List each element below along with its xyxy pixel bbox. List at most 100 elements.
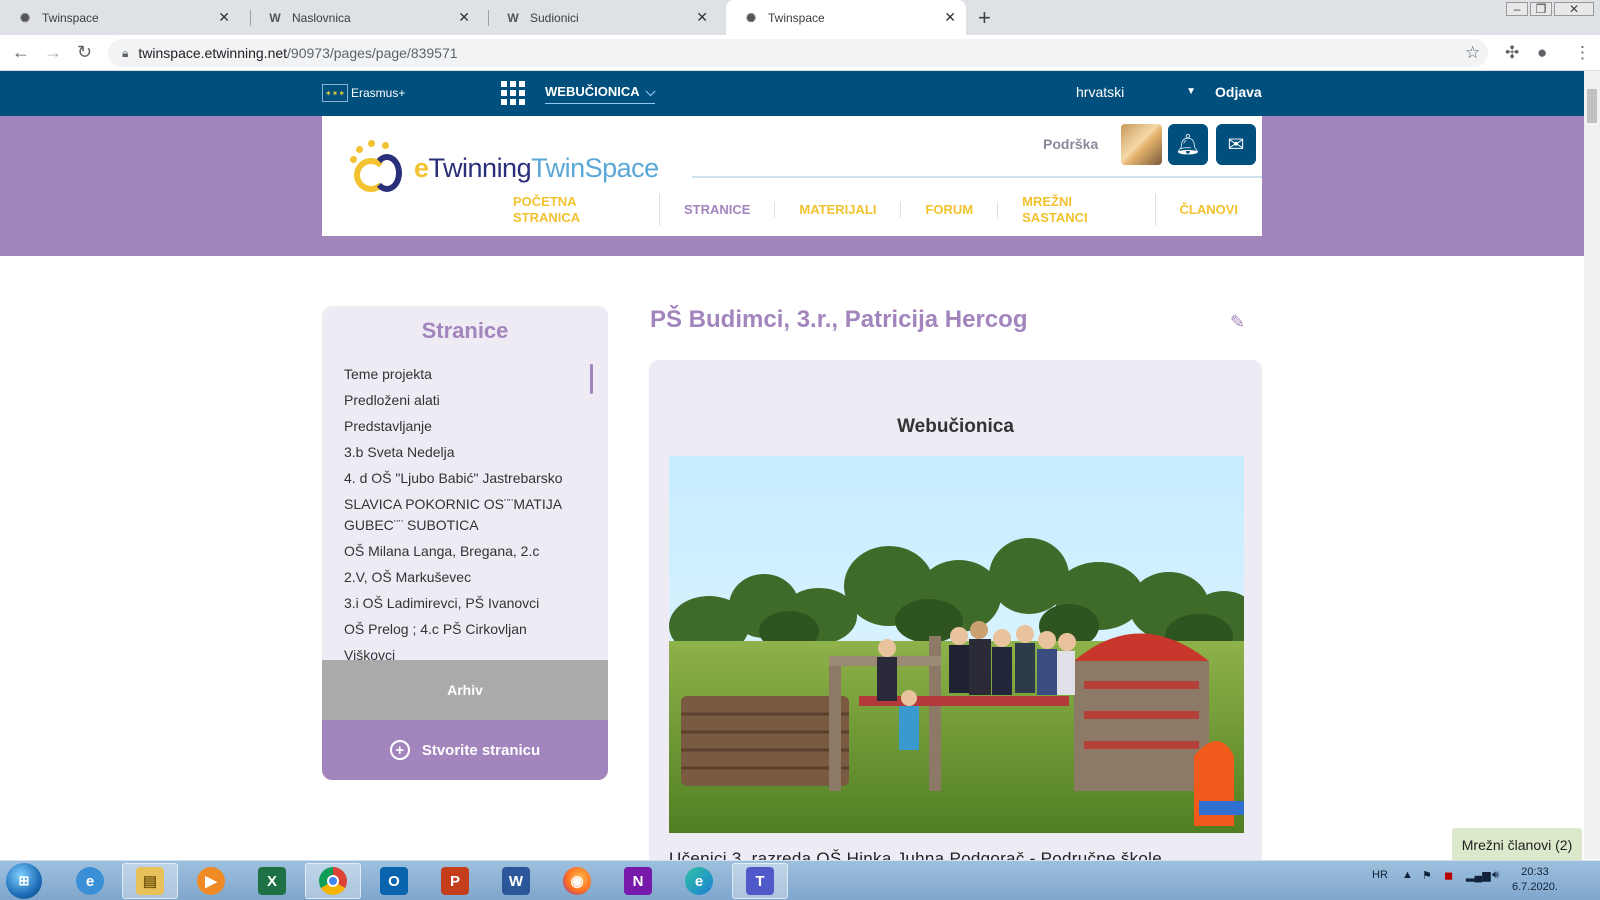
page-list-item[interactable]: 2.V, OŠ Markuševec	[344, 565, 584, 591]
restore-window-button[interactable]: ❐	[1530, 2, 1552, 16]
etwinning-logo[interactable]: eTwinningTwinSpace	[346, 140, 659, 196]
forward-arrow-icon[interactable]: →	[44, 42, 62, 63]
page-scrollbar-thumb[interactable]	[1587, 89, 1597, 123]
page-scrollbar[interactable]	[1584, 71, 1600, 859]
edit-pencil-icon[interactable]: ✎	[1230, 312, 1245, 333]
menu-kebab-icon[interactable]: ⋮	[1574, 43, 1591, 63]
plus-circle-icon: +	[389, 740, 410, 760]
powerpoint-icon[interactable]: P	[427, 863, 483, 899]
windows-start-icon[interactable]: ⊞	[6, 863, 42, 899]
page-list-item[interactable]: 4. d OŠ "Ljubo Babić" Jastrebarsko	[344, 466, 584, 492]
etwinning-logo-mark-icon	[346, 140, 418, 196]
file-explorer-icon[interactable]: ▤	[122, 863, 178, 899]
support-link[interactable]: Podrška	[1043, 136, 1098, 152]
twinspace-selector[interactable]: WEBUČIONICA ⌵	[545, 84, 656, 104]
excel-icon[interactable]: X	[244, 863, 300, 899]
windows-taskbar: ⊞ e ▤ ▶ X O P W ◉ N e T HR ▲ ⚑ ◼ ▂▄▆ 🔊︎ …	[0, 860, 1600, 900]
input-language[interactable]: HR	[1372, 869, 1388, 881]
page-title: PŠ Budimci, 3.r., Patricija Hercog	[650, 306, 1028, 333]
tab-close-icon[interactable]: ✕	[458, 9, 470, 26]
chrome-icon[interactable]	[305, 863, 361, 899]
system-clock[interactable]: 20:33 6.7.2020.	[1512, 865, 1558, 895]
antivirus-icon[interactable]: ◼	[1444, 869, 1453, 882]
close-window-button[interactable]: ✕	[1554, 2, 1594, 16]
create-page-button[interactable]: + Stvorite stranicu	[322, 720, 608, 780]
eu-flag-icon: ✶✶✶	[322, 84, 348, 102]
nav-clanovi[interactable]: ČLANOVI	[1156, 202, 1263, 218]
action-center-flag-icon[interactable]: ⚑	[1422, 869, 1432, 882]
media-player-icon[interactable]: ▶	[183, 863, 239, 899]
page-list-scrollbar[interactable]	[590, 364, 593, 394]
messages-envelope-icon[interactable]: ✉	[1216, 124, 1256, 165]
logout-link[interactable]: Odjava	[1215, 84, 1262, 100]
nav-mrezni-sastanci[interactable]: MREŽNI SASTANCI	[998, 194, 1156, 226]
page-list[interactable]: Teme projekta Predloženi alati Predstavl…	[344, 362, 584, 666]
network-signal-icon[interactable]: ▂▄▆	[1466, 869, 1491, 882]
outlook-icon[interactable]: O	[366, 863, 422, 899]
erasmus-logo[interactable]: ✶✶✶ Erasmus+	[322, 84, 405, 102]
tab-close-icon[interactable]: ✕	[218, 9, 230, 26]
class-photo	[669, 456, 1244, 833]
w-favicon-icon: W	[507, 10, 519, 25]
nav-stranice[interactable]: STRANICE	[660, 202, 776, 218]
back-arrow-icon[interactable]: ←	[12, 42, 30, 63]
internet-explorer-icon[interactable]: e	[62, 863, 118, 899]
firefox-icon[interactable]: ◉	[549, 863, 605, 899]
site-top-bar	[0, 71, 1584, 116]
browser-tab-sudionici[interactable]: W Sudionici ✕	[488, 0, 718, 35]
online-members-button[interactable]: Mrežni članovi (2)	[1452, 828, 1582, 861]
extensions-puzzle-icon[interactable]: ✣	[1505, 43, 1519, 63]
browser-toolbar: ← → ↻ 🔒︎ twinspace.etwinning.net/90973/p…	[0, 35, 1600, 71]
language-value: hrvatski	[1076, 84, 1125, 100]
content-heading: Webučionica	[897, 416, 1014, 437]
user-avatar[interactable]	[1121, 124, 1162, 165]
tab-label: Sudionici	[530, 10, 579, 25]
tab-label: Twinspace	[42, 10, 99, 25]
logo-wordmark: eTwinningTwinSpace	[414, 152, 659, 183]
tab-label: Twinspace	[768, 10, 825, 25]
caret-down-icon: ▼	[1186, 86, 1196, 97]
page-list-item[interactable]: Teme projekta	[344, 362, 584, 388]
twinspace-name: WEBUČIONICA	[545, 84, 640, 99]
language-select[interactable]: hrvatski ▼	[1076, 84, 1196, 100]
erasmus-label: Erasmus+	[351, 86, 406, 100]
tab-close-icon[interactable]: ✕	[944, 9, 956, 26]
page-list-item[interactable]: OŠ Prelog ; 4.c PŠ Cirkovljan	[344, 617, 584, 643]
clock-date: 6.7.2020.	[1512, 881, 1558, 893]
chevron-down-icon: ⌵	[645, 84, 656, 99]
browser-tab-naslovnica[interactable]: W Naslovnica ✕	[250, 0, 480, 35]
word-icon[interactable]: W	[488, 863, 544, 899]
browser-tab-twinspace-active[interactable]: ✺ Twinspace ✕	[726, 0, 966, 35]
profile-icon[interactable]: ●	[1537, 43, 1547, 63]
browser-tab-twinspace-1[interactable]: ✺ Twinspace ✕	[0, 0, 240, 35]
nav-materijali[interactable]: MATERIJALI	[775, 202, 902, 218]
page-list-item[interactable]: SLAVICA POKORNIC OS¨¨MATIJA GUBEC¨¨ SUBO…	[344, 492, 584, 539]
edge-icon[interactable]: e	[671, 863, 727, 899]
page-list-item[interactable]: 3.b Sveta Nedelja	[344, 440, 584, 466]
page-list-item[interactable]: Predstavljanje	[344, 414, 584, 440]
apps-grid-icon[interactable]	[501, 81, 525, 105]
nav-forum[interactable]: FORUM	[901, 202, 999, 218]
twinspace-favicon-icon: ✺	[745, 10, 757, 25]
notifications-bell-icon[interactable]: 🔔︎	[1168, 124, 1208, 165]
archive-button[interactable]: Arhiv	[322, 660, 608, 720]
page-list-item[interactable]: OŠ Milana Langa, Bregana, 2.c	[344, 539, 584, 565]
pages-sidebar: Stranice Teme projekta Predloženi alati …	[322, 306, 608, 780]
header-divider	[692, 176, 1262, 178]
onenote-icon[interactable]: N	[610, 863, 666, 899]
page-list-item[interactable]: Predloženi alati	[344, 388, 584, 414]
minimize-window-button[interactable]: –	[1506, 2, 1528, 16]
nav-pocetna-stranica[interactable]: POČETNA STRANICA	[489, 194, 660, 226]
url-path: /90973/pages/page/839571	[287, 45, 458, 61]
new-tab-button[interactable]: +	[978, 5, 991, 31]
page-list-item[interactable]: 3.i OŠ Ladimirevci, PŠ Ivanovci	[344, 591, 584, 617]
tab-close-icon[interactable]: ✕	[696, 9, 708, 26]
volume-icon[interactable]: 🔊︎	[1492, 869, 1499, 882]
browser-tab-strip: ✺ Twinspace ✕ W Naslovnica ✕ W Sudionici…	[0, 0, 1600, 35]
reload-icon[interactable]: ↻	[77, 42, 92, 63]
address-bar[interactable]: 🔒︎ twinspace.etwinning.net/90973/pages/p…	[108, 39, 1488, 67]
bookmark-star-icon[interactable]: ☆	[1465, 43, 1480, 63]
teams-icon[interactable]: T	[732, 863, 788, 899]
clock-time: 20:33	[1521, 866, 1549, 878]
tray-expand-icon[interactable]: ▲	[1402, 869, 1413, 881]
